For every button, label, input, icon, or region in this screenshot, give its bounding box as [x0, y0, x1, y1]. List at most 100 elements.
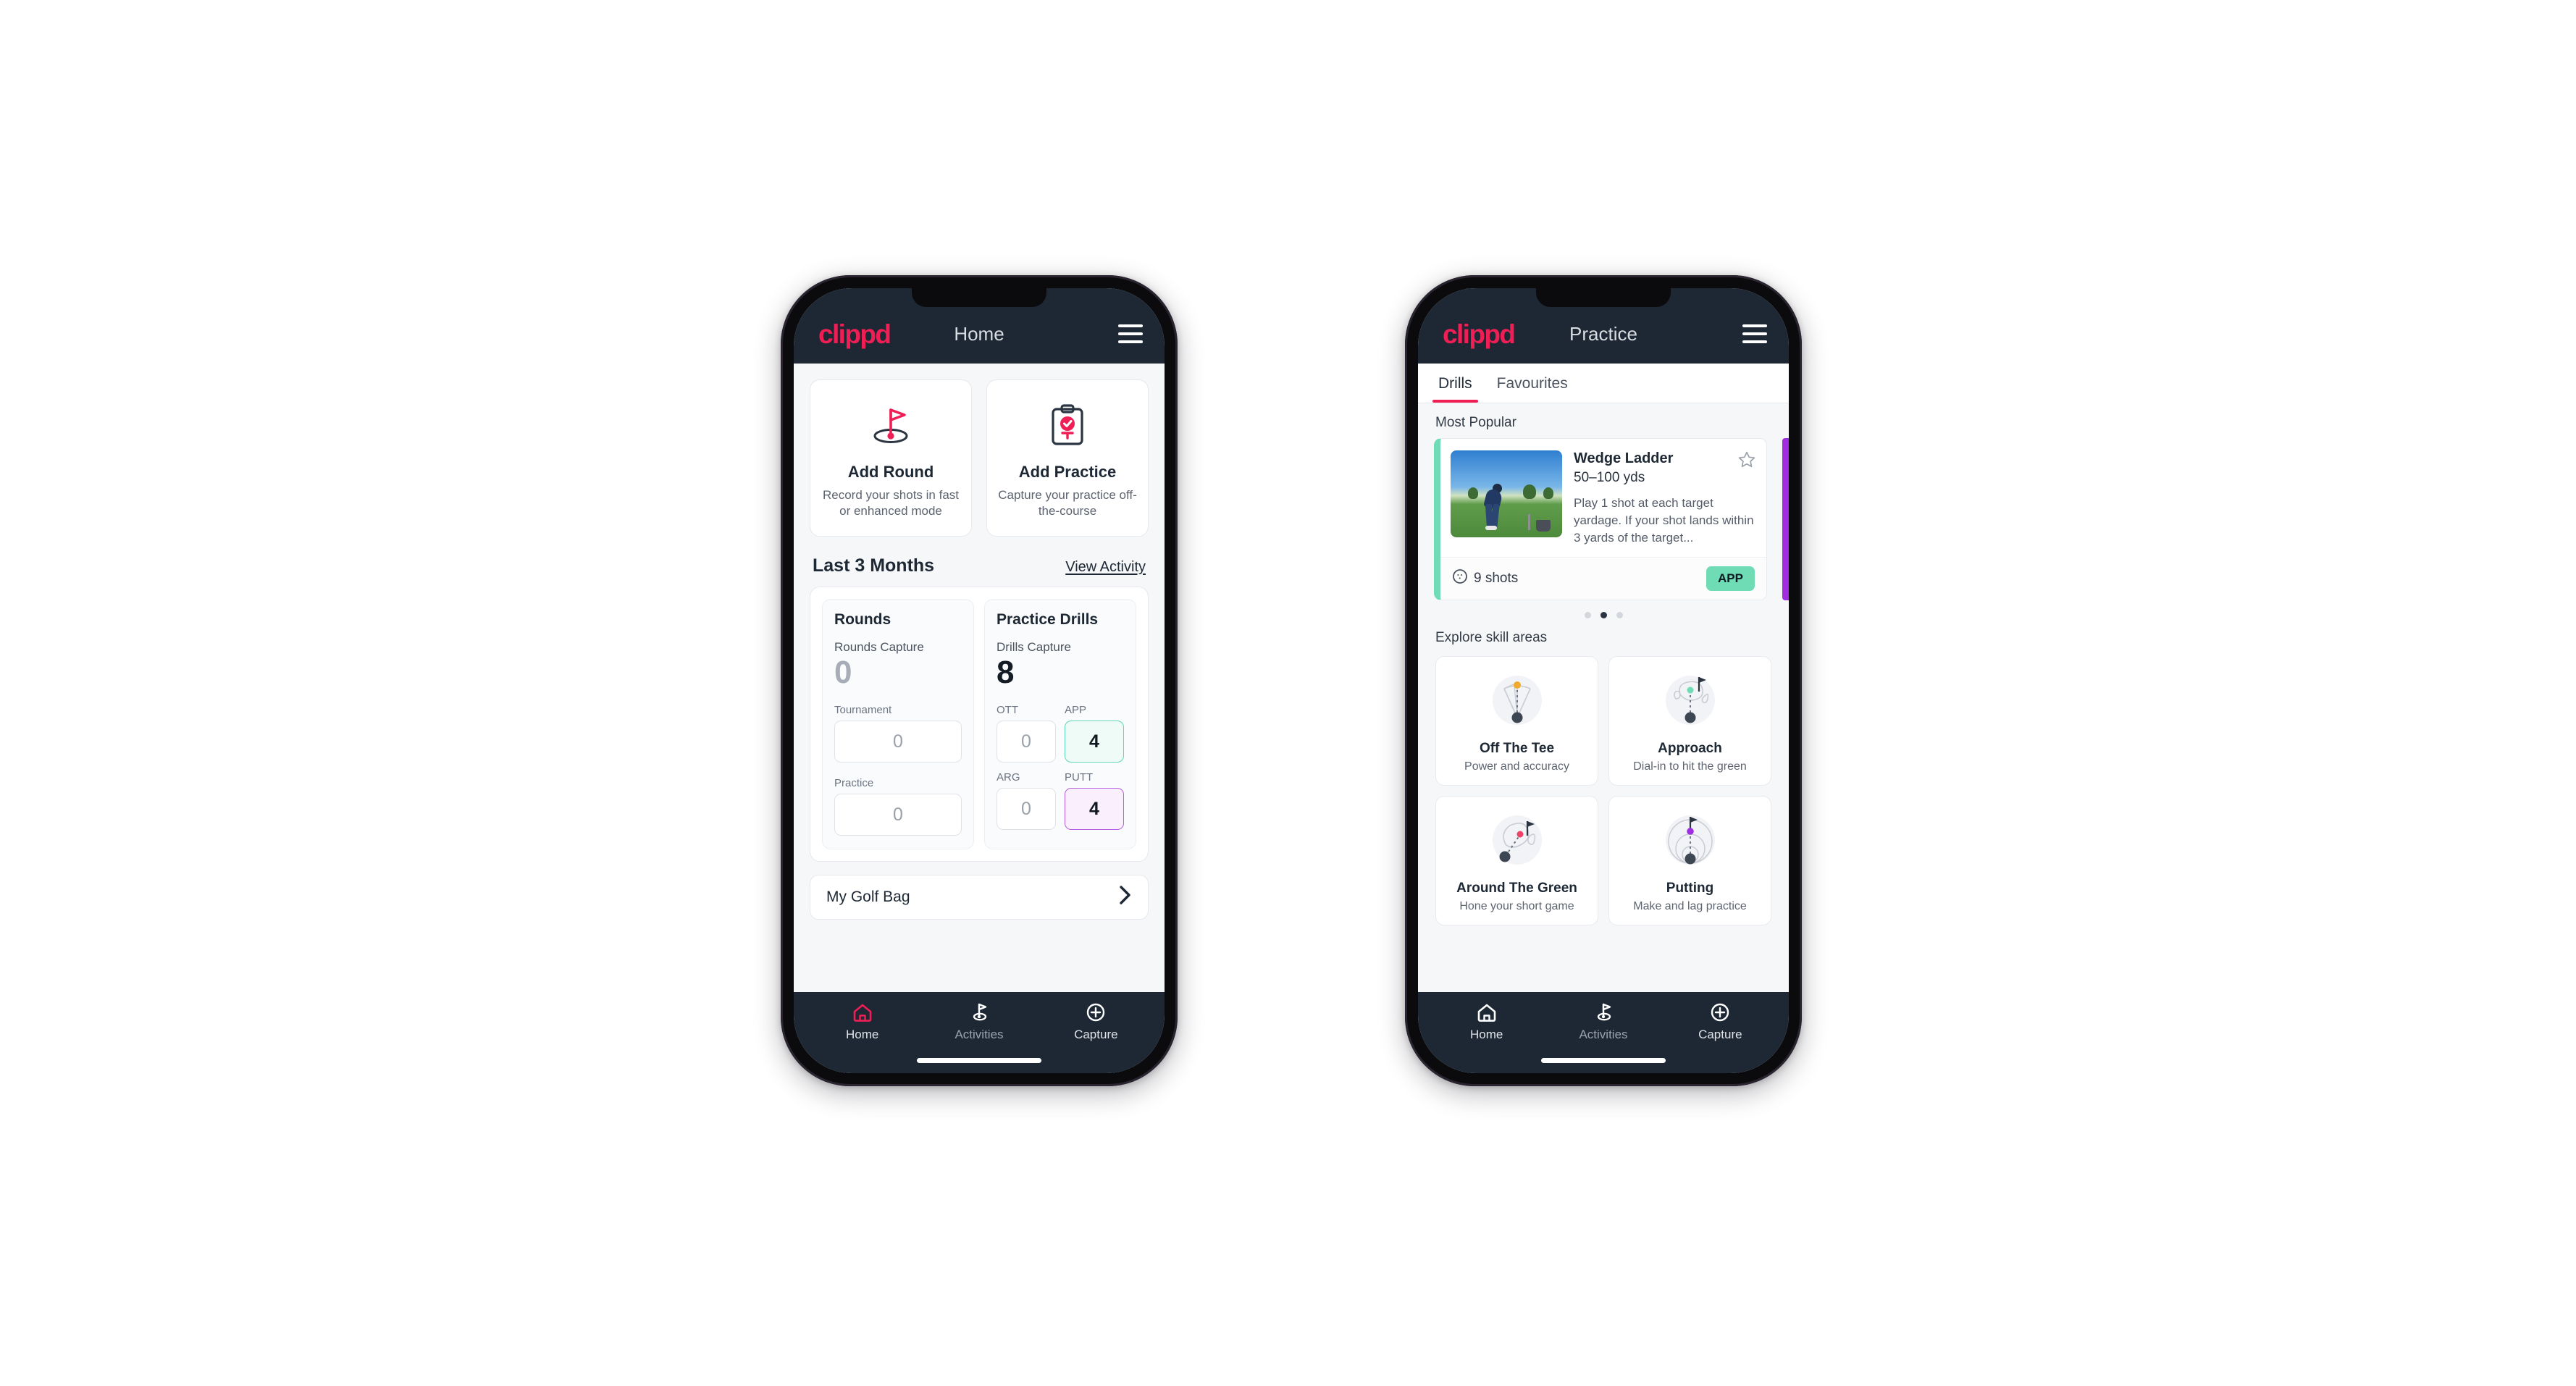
- practice-tabs: Drills Favourites: [1418, 364, 1789, 403]
- home-screen: clippd Home Add Round Record your shots …: [794, 288, 1165, 1073]
- skill-areas-grid: Off The Tee Power and accuracy Approach …: [1418, 653, 1789, 926]
- next-drill-card-peek[interactable]: [1782, 438, 1789, 601]
- drill-card-wedge-ladder[interactable]: Wedge Ladder 50–100 yds Play 1 shot at e…: [1434, 438, 1767, 601]
- nav-capture[interactable]: Capture: [1662, 1002, 1779, 1042]
- arg-value[interactable]: 0: [997, 788, 1056, 831]
- phone-mockup-practice: clippd Practice Drills Favourites Most P…: [1405, 275, 1802, 1086]
- drill-shots-label: 9 shots: [1474, 571, 1519, 587]
- clippd-logo[interactable]: clippd: [818, 321, 891, 348]
- add-round-card[interactable]: Add Round Record your shots in fast or e…: [810, 379, 972, 537]
- rounds-column: Rounds Rounds Capture 0 Tournament 0 Pra…: [822, 598, 974, 850]
- clipboard-check-icon: [1046, 399, 1089, 453]
- tournament-value[interactable]: 0: [834, 721, 962, 763]
- star-outline-icon[interactable]: [1737, 450, 1756, 473]
- home-bottom-nav: Home Activities Capture: [794, 992, 1165, 1073]
- drill-title: Wedge Ladder: [1574, 450, 1674, 466]
- home-indicator: [917, 1058, 1041, 1063]
- carousel-dot-active[interactable]: [1600, 612, 1607, 619]
- drills-capture-label: Drills Capture: [997, 639, 1071, 654]
- nav-home-label: Home: [1469, 1028, 1503, 1041]
- skill-name: Off The Tee: [1479, 741, 1555, 757]
- golf-flag-hole-icon: [867, 399, 915, 453]
- tab-favourites[interactable]: Favourites: [1495, 364, 1569, 403]
- arg-label: ARG: [997, 771, 1020, 784]
- plus-circle-icon: [1711, 1003, 1729, 1022]
- drill-category-badge: APP: [1706, 566, 1755, 592]
- ott-value[interactable]: 0: [997, 721, 1056, 763]
- home-indicator: [1541, 1058, 1666, 1063]
- skill-card-approach[interactable]: Approach Dial-in to hit the green: [1608, 656, 1771, 786]
- drill-description: Play 1 shot at each target yardage. If y…: [1574, 496, 1754, 545]
- nav-home[interactable]: Home: [804, 1002, 920, 1042]
- hamburger-menu-icon[interactable]: [1742, 324, 1767, 343]
- home-icon: [853, 1004, 871, 1022]
- nav-capture[interactable]: Capture: [1038, 1002, 1154, 1042]
- drill-info: Wedge Ladder 50–100 yds Play 1 shot at e…: [1574, 450, 1756, 547]
- nav-activities[interactable]: Activities: [920, 1002, 1037, 1042]
- rounds-capture-value: 0: [834, 654, 852, 690]
- golf-flag-icon: [1597, 1003, 1611, 1021]
- view-activity-link[interactable]: View Activity: [1065, 559, 1146, 576]
- drill-thumbnail: [1451, 450, 1562, 537]
- phone-mockup-home: clippd Home Add Round Record your shots …: [781, 275, 1178, 1086]
- section-title: Last 3 Months: [813, 555, 935, 576]
- carousel-dots: [1418, 600, 1789, 623]
- add-practice-title: Add Practice: [1018, 463, 1117, 481]
- rounds-heading: Rounds: [834, 610, 891, 628]
- chevron-right-icon: [1119, 885, 1132, 910]
- nav-activities[interactable]: Activities: [1545, 1002, 1661, 1042]
- nav-activities-label: Activities: [955, 1028, 1004, 1041]
- drills-capture-value: 8: [997, 654, 1015, 690]
- skill-card-putting[interactable]: Putting Make and lag practice: [1608, 796, 1771, 926]
- practice-label: Practice: [834, 777, 874, 790]
- my-golf-bag-label: My Golf Bag: [826, 889, 910, 906]
- clippd-logo[interactable]: clippd: [1443, 321, 1516, 348]
- drill-carousel[interactable]: Wedge Ladder 50–100 yds Play 1 shot at e…: [1418, 438, 1789, 601]
- practice-value[interactable]: 0: [834, 794, 962, 836]
- tab-drills[interactable]: Drills: [1432, 364, 1478, 403]
- plus-circle-icon: [1087, 1003, 1105, 1022]
- app-label: APP: [1065, 704, 1087, 717]
- phone-notch: [1536, 288, 1671, 307]
- nav-capture-label: Capture: [1698, 1028, 1742, 1041]
- drill-card-body: Wedge Ladder 50–100 yds Play 1 shot at e…: [1440, 439, 1766, 557]
- add-round-title: Add Round: [847, 463, 934, 481]
- skill-name: Putting: [1666, 881, 1714, 896]
- nav-activities-label: Activities: [1579, 1028, 1628, 1041]
- app-value[interactable]: 4: [1065, 721, 1124, 763]
- skill-subtitle: Make and lag practice: [1633, 900, 1747, 913]
- putt-value[interactable]: 4: [1065, 788, 1124, 831]
- golfer-figure: [1483, 484, 1503, 530]
- skill-subtitle: Dial-in to hit the green: [1633, 760, 1747, 773]
- rounds-capture-label: Rounds Capture: [834, 639, 924, 654]
- last-3-months-header: Last 3 Months View Activity: [810, 537, 1149, 587]
- my-golf-bag-row[interactable]: My Golf Bag: [810, 875, 1149, 920]
- tournament-field-wrap: Tournament 0: [834, 704, 962, 763]
- drill-category-tiles: OTT 0 APP 4 ARG 0 PUTT 4: [997, 704, 1124, 831]
- page-canvas: clippd Home Add Round Record your shots …: [0, 0, 2576, 1386]
- chip-around-green-icon: [1492, 815, 1542, 865]
- nav-home-label: Home: [845, 1028, 879, 1041]
- hamburger-menu-icon[interactable]: [1118, 324, 1143, 343]
- green-approach-icon: [1665, 676, 1715, 726]
- tee-shot-fan-icon: [1492, 676, 1542, 726]
- add-round-subtitle: Record your shots in fast or enhanced mo…: [822, 488, 960, 518]
- carousel-dot[interactable]: [1584, 612, 1591, 619]
- skill-subtitle: Power and accuracy: [1464, 760, 1569, 773]
- drill-card-footer: 9 shots APP: [1440, 557, 1766, 600]
- practice-content: Most Popular Wedge Ladder 50–100 yds Pla…: [1418, 403, 1789, 992]
- drill-yardage: 50–100 yds: [1574, 470, 1645, 485]
- skill-card-off-the-tee[interactable]: Off The Tee Power and accuracy: [1435, 656, 1598, 786]
- quick-actions: Add Round Record your shots in fast or e…: [810, 364, 1149, 537]
- carousel-dot[interactable]: [1616, 612, 1623, 619]
- practice-screen: clippd Practice Drills Favourites Most P…: [1418, 288, 1789, 1073]
- most-popular-caption: Most Popular: [1435, 415, 1516, 430]
- skill-card-around-the-green[interactable]: Around The Green Hone your short game: [1435, 796, 1598, 926]
- ott-label: OTT: [997, 704, 1018, 717]
- golf-flag-icon: [973, 1003, 987, 1021]
- practice-bottom-nav: Home Activities Capture: [1418, 992, 1789, 1073]
- golf-ball-icon: [1452, 568, 1468, 589]
- nav-home[interactable]: Home: [1428, 1002, 1545, 1042]
- phone-notch: [912, 288, 1046, 307]
- add-practice-card[interactable]: Add Practice Capture your practice off-t…: [986, 379, 1149, 537]
